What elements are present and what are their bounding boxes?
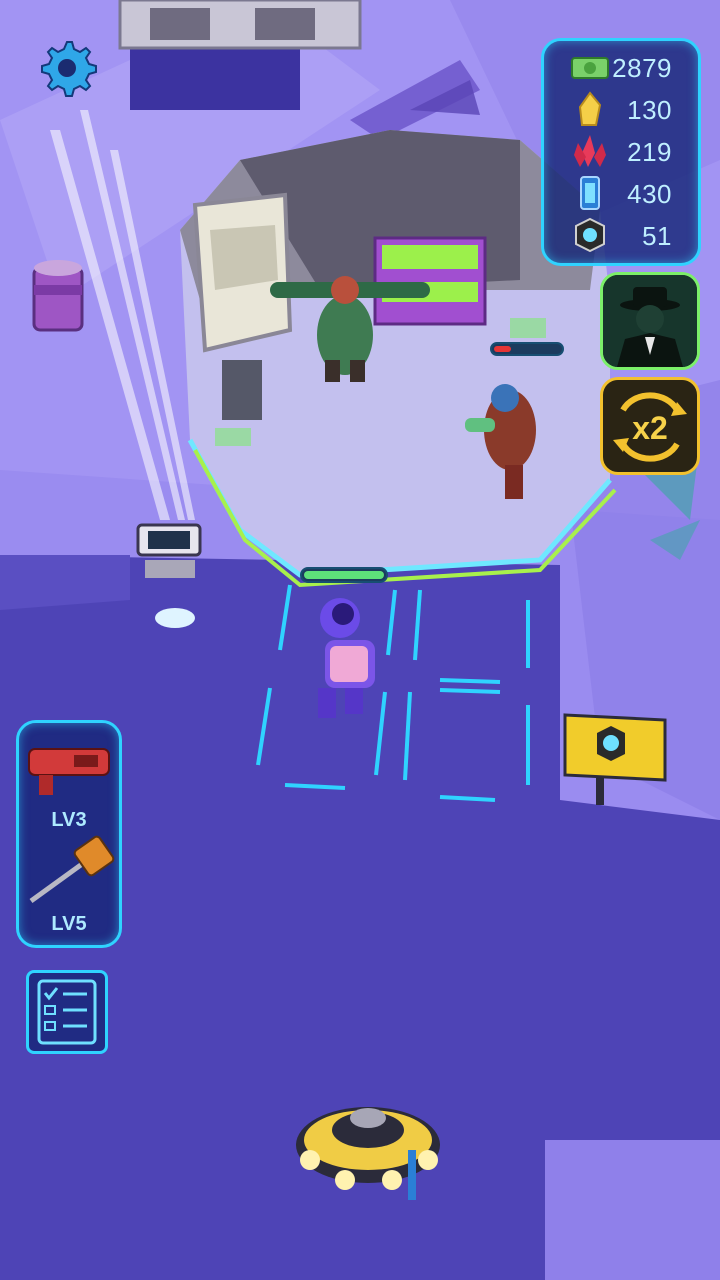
gold-crystal-value: 130 — [627, 95, 672, 125]
player-health-bar — [300, 567, 388, 583]
gold-crystal-icon — [578, 91, 602, 126]
weapon-slot-hammer[interactable]: LV5 — [19, 835, 119, 935]
weapon-level-blaster: LV3 — [51, 809, 87, 831]
resource-gear-part: 51 — [544, 215, 694, 255]
cash-value: 2879 — [612, 53, 672, 83]
weapon-slot-blaster[interactable]: LV3 — [19, 731, 119, 831]
red-crystal-icon — [574, 135, 606, 167]
energy-cell-icon — [580, 176, 600, 210]
agent-icon — [603, 275, 697, 367]
x2-label: x2 — [632, 410, 668, 446]
player-health-fill — [304, 571, 384, 579]
hammer-icon — [29, 835, 115, 904]
blaster-gun-icon — [28, 748, 110, 795]
task-list-button[interactable] — [26, 970, 108, 1054]
enemy-health-fill — [494, 346, 511, 352]
resource-red-crystal: 219 — [544, 131, 694, 171]
settings-button[interactable] — [36, 36, 98, 98]
double-reward-button[interactable]: x2 — [600, 377, 700, 475]
enemy-health-bar — [490, 342, 564, 356]
cash-icon — [571, 57, 609, 79]
resource-panel: 2879 130 219 430 51 — [541, 38, 701, 266]
agent-button[interactable] — [600, 272, 700, 370]
weapons-panel: LV3 LV5 — [16, 720, 122, 948]
weapon-level-hammer: LV5 — [51, 913, 87, 935]
resource-energy-cell: 430 — [544, 173, 694, 213]
supply-barrel — [32, 260, 84, 332]
settings-icon — [41, 41, 97, 97]
resource-cash: 2879 — [544, 47, 694, 87]
task-list-icon — [37, 979, 97, 1045]
red-crystal-value: 219 — [627, 137, 672, 167]
energy-cell-value: 430 — [627, 179, 672, 209]
gear-part-icon — [575, 217, 605, 253]
gear-part-value: 51 — [642, 221, 672, 251]
resource-gold-crystal: 130 — [544, 89, 694, 129]
